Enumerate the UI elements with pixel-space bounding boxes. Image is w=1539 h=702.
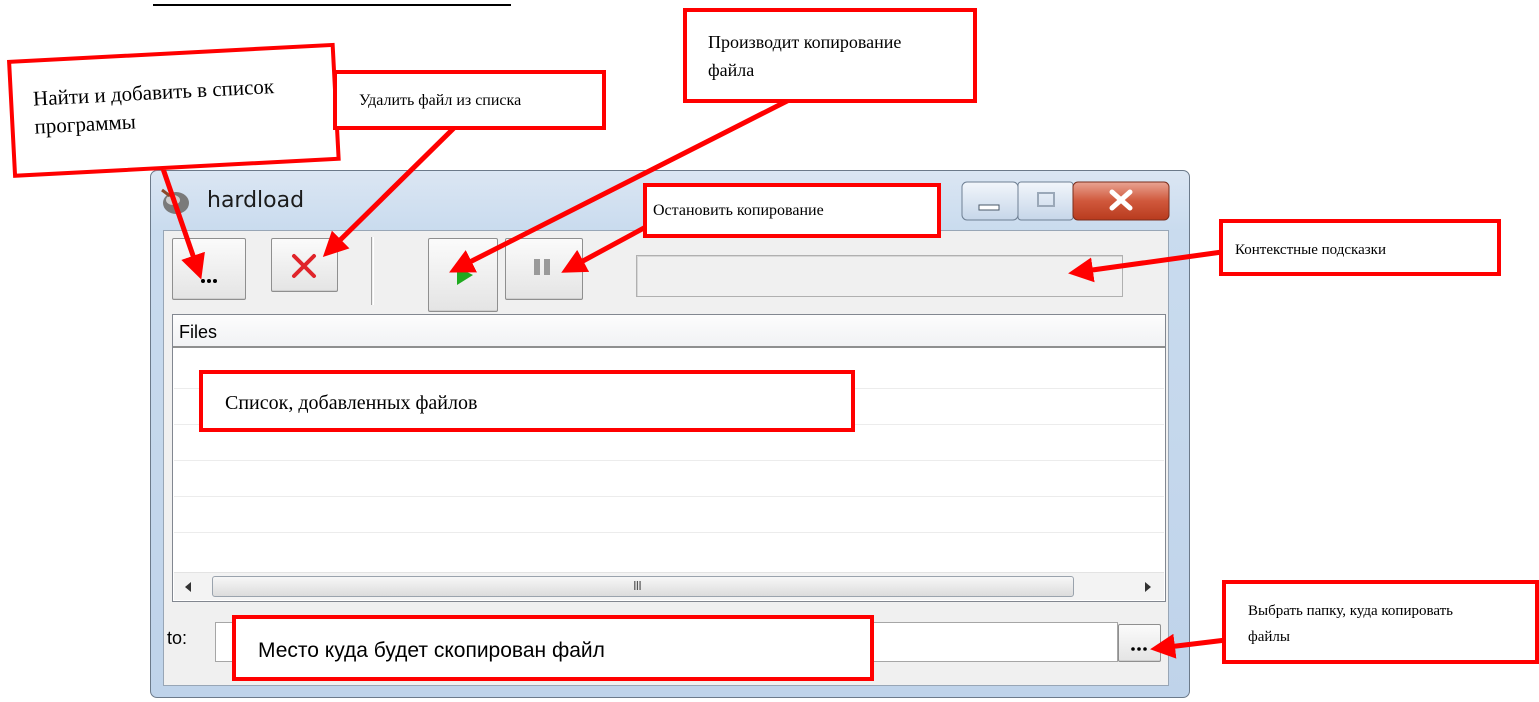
annotation-delete: Удалить файл из списка bbox=[333, 70, 606, 130]
annotation-add: Найти и добавить в список программы bbox=[7, 42, 341, 178]
annotation-stop: Остановить копирование bbox=[643, 183, 941, 238]
arrow-add bbox=[157, 159, 205, 280]
annotation-destination: Место куда будет скопирован файл bbox=[232, 615, 874, 681]
arrow-folder bbox=[1150, 633, 1227, 659]
annotation-list: Список, добавленных файлов bbox=[199, 370, 855, 432]
arrow-hints bbox=[1068, 249, 1223, 283]
annotation-folder: Выбрать папку, куда копировать файлы bbox=[1222, 580, 1539, 664]
arrow-delete bbox=[322, 125, 457, 258]
annotation-hints: Контекстные подсказки bbox=[1219, 219, 1501, 276]
annotation-copy: Производит копирование файла bbox=[683, 8, 977, 103]
